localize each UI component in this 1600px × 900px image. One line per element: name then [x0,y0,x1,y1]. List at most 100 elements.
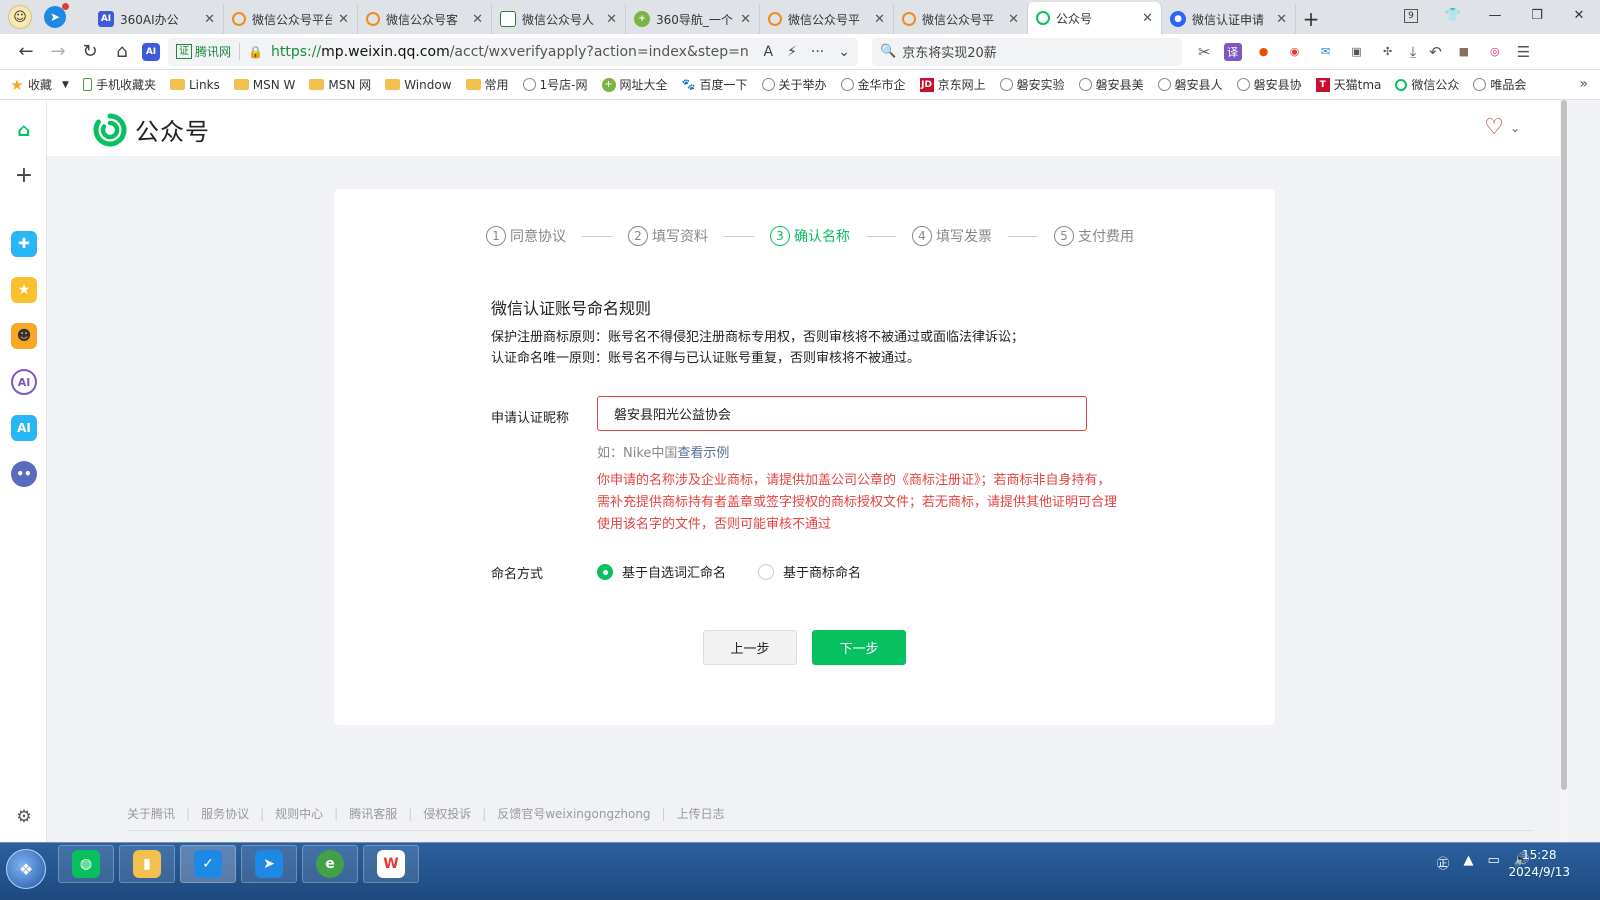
tab-3[interactable]: 微信公众号人 ✕ [492,4,626,34]
game-icon[interactable]: ☻ [11,323,37,349]
bookmark-item[interactable]: + 网址大全 [601,76,668,93]
send-icon[interactable]: ➤ [44,3,69,28]
bookmark-item[interactable]: 微信公众 [1395,76,1459,93]
tab-2[interactable]: 微信公众号客 ✕ [358,4,492,34]
tab-7[interactable]: 公众号 ✕ [1028,2,1162,34]
bookmark-item[interactable]: MSN 网 [309,76,371,93]
taskbar-feishu[interactable]: ➤ [241,845,297,883]
radio-button[interactable] [758,563,775,580]
bookmark-item[interactable]: 金华市企 [840,76,906,93]
bookmark-item[interactable]: 磐安县协 [1236,76,1302,93]
ai-icon[interactable]: AI [11,415,37,441]
ime-icon[interactable]: ㊣ [1437,853,1450,872]
add-icon[interactable]: + [11,162,37,188]
start-button[interactable]: ❖ [6,849,46,889]
tab-4[interactable]: +360导航_一个 ✕ [626,4,760,34]
bookmark-item[interactable]: 磐安实验 [999,76,1065,93]
menu-icon[interactable]: ☰ [1517,43,1530,61]
network-icon[interactable]: ▭ [1488,853,1500,872]
footer-link[interactable]: 侵权投诉 [423,805,471,822]
bookmark-item[interactable]: 手机收藏夹 [82,76,156,93]
bookmark-item[interactable]: Window [385,78,452,92]
favorites-icon[interactable]: ★ [11,277,37,303]
footer-link[interactable]: 上传日志 [677,805,725,822]
close-tab-icon[interactable]: ✕ [472,12,483,27]
scissors-icon[interactable]: ✂ [1198,43,1211,61]
footer-link[interactable]: 关于腾讯 [127,805,175,822]
naming-option-0[interactable]: 基于自选词汇命名 [597,562,726,581]
footer-link[interactable]: 反馈官号weixingongzhong [497,805,650,822]
sidebar-toggle-icon[interactable]: ▣ [1348,43,1366,61]
user-avatar-icon[interactable]: ☺ [8,5,32,29]
url-text[interactable]: https://mp.weixin.qq.com/acct/wxverifyap… [271,44,756,60]
view-example-link[interactable]: 查看示例 [677,446,729,461]
tab-6[interactable]: 微信公众号平 ✕ [894,4,1028,34]
chevron-down-icon[interactable]: ▼ [62,80,69,90]
bookmark-item[interactable]: ★ 收藏 ▼ [10,76,69,93]
bookmark-item[interactable]: Links [169,78,220,92]
next-step-button[interactable]: 下一步 [812,630,906,665]
search-box[interactable]: 🔍 京东将实现20薪 [872,37,1182,66]
bookmark-item[interactable]: 1号店-网 [522,76,588,93]
mail-icon[interactable]: ✉ [1317,43,1335,61]
taskbar-wechat[interactable]: ◍ [58,845,114,883]
footer-link[interactable]: 规则中心 [275,805,323,822]
fox-icon[interactable]: ● [1255,43,1273,61]
bookmark-item[interactable]: MSN W [233,78,295,92]
chevron-down-icon[interactable]: ⌄ [838,44,850,60]
tab-8[interactable]: ● 微信认证申请 ✕ [1162,4,1296,34]
maximize-button[interactable]: ❐ [1516,8,1558,23]
account-menu[interactable]: ♡ ⌄ [1484,117,1520,139]
logo[interactable]: 公众号 [93,112,210,147]
close-tab-icon[interactable]: ✕ [1276,12,1287,27]
naming-option-1[interactable]: 基于商标命名 [758,562,861,581]
extensions-icon[interactable]: ✣ [1379,43,1397,61]
taskbar-explorer[interactable]: ▮ [119,845,175,883]
read-aloud-icon[interactable]: A [763,44,773,60]
tray-expand-icon[interactable]: ▲ [1464,853,1474,872]
bookmark-item[interactable]: 🐾 百度一下 [682,76,748,93]
bookmark-item[interactable]: 唯品会 [1473,76,1526,93]
close-tab-icon[interactable]: ✕ [1142,11,1153,26]
bookmark-item[interactable]: JD 京东网上 [919,76,986,93]
chat-bot-icon[interactable]: •• [11,461,37,487]
undo-icon[interactable]: ↶ [1429,43,1442,61]
skin-icon[interactable]: 👕 [1432,8,1474,23]
close-window-button[interactable]: ✕ [1558,8,1600,23]
close-tab-icon[interactable]: ✕ [606,12,617,27]
close-tab-icon[interactable]: ✕ [338,12,349,27]
footer-link[interactable]: 服务协议 [201,805,249,822]
taskbar-360-security[interactable]: ✓ [180,845,236,883]
lock-icon[interactable]: 🔒 [248,45,263,59]
speed-mode-icon[interactable]: ⚡ [787,44,797,60]
home-button[interactable]: ⌂ [106,36,138,68]
site-cert-badge[interactable]: 证 腾讯网 [176,43,241,60]
url-box[interactable]: 证 腾讯网 🔒 https://mp.weixin.qq.com/acct/wx… [168,37,858,66]
ai-circle-icon[interactable]: AI [11,369,37,395]
close-tab-icon[interactable]: ✕ [204,12,215,27]
page-scrollbar[interactable] [1560,100,1568,842]
tab-0[interactable]: AI 360AI办公 ✕ [90,4,224,34]
more-icon[interactable]: ··· [811,44,824,60]
ai-chat-icon[interactable]: ◎ [1486,43,1504,61]
new-tab-button[interactable]: + [1296,4,1326,34]
taskbar-wps[interactable]: W [363,845,419,883]
nickname-input[interactable] [597,396,1087,431]
download-icon[interactable]: ⤓ [1410,43,1417,61]
toolbox-icon[interactable]: ■ [1455,43,1473,61]
ai-assistant-icon[interactable]: AI [142,42,160,61]
prev-step-button[interactable]: 上一步 [703,630,797,665]
bookmark-item[interactable]: 常用 [465,76,509,93]
radio-button[interactable] [597,563,613,580]
tab-count-button[interactable]: 9 [1390,7,1432,23]
bookmark-item[interactable]: 磐安县人 [1157,76,1223,93]
home-icon[interactable]: ⌂ [11,117,37,143]
back-button[interactable]: ← [10,36,42,68]
tab-1[interactable]: 微信公众号平台 ✕ [224,4,358,34]
close-tab-icon[interactable]: ✕ [740,12,751,27]
translate-icon[interactable]: 译 [1223,42,1242,61]
scrollbar-thumb[interactable] [1561,100,1567,790]
close-tab-icon[interactable]: ✕ [1008,12,1019,27]
minimize-button[interactable]: — [1474,8,1516,23]
more-bookmarks-icon[interactable]: » [1579,76,1588,92]
